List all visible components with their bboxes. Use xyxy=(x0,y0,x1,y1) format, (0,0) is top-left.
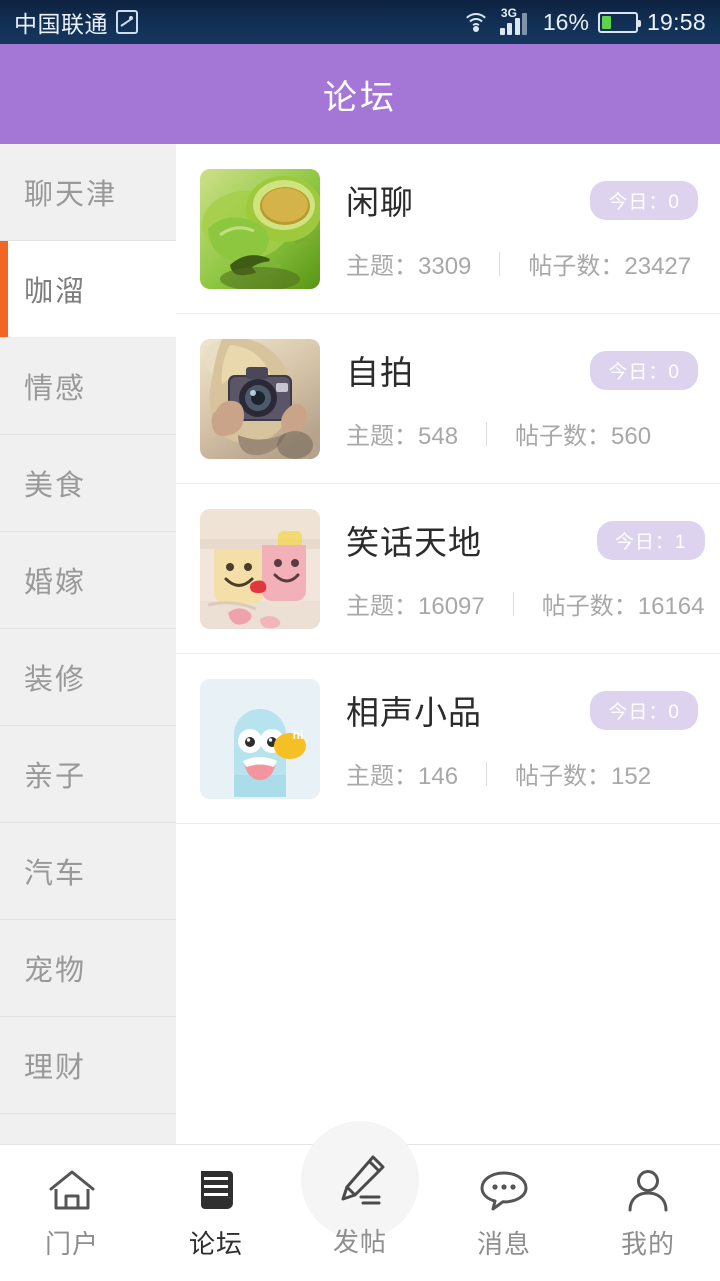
battery-percent-label: 16% xyxy=(542,8,589,35)
green-tea-cup-photo xyxy=(200,168,320,289)
smiley-face-mugs-photo xyxy=(200,508,320,629)
forum-list-item[interactable]: 闲聊 今日：0 主题：3309 帖子数：23427 xyxy=(176,144,720,314)
sidebar-item-5[interactable]: 装修 xyxy=(0,629,176,726)
category-sidebar[interactable]: 聊天津 咖溜 情感 美食 婚嫁 装修 亲子 汽车 宠物 理财 站务 xyxy=(0,144,176,1144)
sidebar-item-label: 理财 xyxy=(24,1052,87,1084)
forum-stats: 主题：16097 帖子数：16164 xyxy=(346,586,705,621)
sidebar-item-label: 情感 xyxy=(24,373,87,405)
posts-count: 帖子数：23427 xyxy=(528,253,692,280)
forum-stats: 主题：146 帖子数：152 xyxy=(346,756,698,791)
stats-divider xyxy=(486,761,488,786)
posts-count: 帖子数：16164 xyxy=(541,593,705,620)
home-icon xyxy=(46,1166,98,1214)
sidebar-item-8[interactable]: 宠物 xyxy=(0,920,176,1017)
forum-item-content: 笑话天地 今日：1 主题：16097 帖子数：16164 xyxy=(346,509,705,629)
forum-stats: 主题：548 帖子数：560 xyxy=(346,416,698,451)
network-type-label: 3G xyxy=(500,6,517,20)
forum-title: 闲聊 xyxy=(346,184,414,221)
tab-label: 论坛 xyxy=(188,1228,243,1259)
status-bar-right: 3G 16% 19:58 xyxy=(461,6,706,36)
sidebar-item-label: 婚嫁 xyxy=(24,567,87,599)
today-count-badge: 今日：0 xyxy=(590,690,698,730)
blue-monster-hi-illustration: hi xyxy=(200,678,320,799)
sidebar-item-10[interactable]: 站务 xyxy=(0,1114,176,1144)
sidebar-item-6[interactable]: 亲子 xyxy=(0,726,176,823)
forum-title: 笑话天地 xyxy=(346,524,482,561)
topics-count: 主题：548 xyxy=(346,423,459,450)
today-count-badge: 今日：1 xyxy=(596,520,705,560)
sidebar-item-2[interactable]: 情感 xyxy=(0,338,176,435)
cellular-signal-icon: 3G xyxy=(499,6,534,35)
app-header: 论坛 xyxy=(0,44,720,144)
tab-label: 发帖 xyxy=(332,1227,387,1257)
book-icon xyxy=(190,1166,242,1214)
posts-count: 帖子数：152 xyxy=(515,763,652,790)
content-area: 聊天津 咖溜 情感 美食 婚嫁 装修 亲子 汽车 宠物 理财 站务 xyxy=(0,144,720,1144)
topics-count: 主题：3309 xyxy=(346,253,472,280)
tab-label: 门户 xyxy=(44,1228,99,1259)
forum-item-content: 自拍 今日：0 主题：548 帖子数：560 xyxy=(346,339,698,459)
tab-forum[interactable]: 论坛 xyxy=(144,1145,288,1281)
sidebar-item-0[interactable]: 聊天津 xyxy=(0,144,176,241)
sidebar-item-label: 美食 xyxy=(24,470,87,502)
svg-text:hi: hi xyxy=(293,728,304,742)
tab-label: 消息 xyxy=(476,1228,531,1259)
tab-messages[interactable]: 消息 xyxy=(432,1145,576,1281)
sidebar-item-3[interactable]: 美食 xyxy=(0,435,176,532)
today-count-badge: 今日：0 xyxy=(590,180,698,220)
sidebar-item-label: 咖溜 xyxy=(24,276,87,308)
status-bar-left: 中国联通 xyxy=(14,5,138,39)
topics-count: 主题：16097 xyxy=(346,593,485,620)
forum-list-item[interactable]: 自拍 今日：0 主题：548 帖子数：560 xyxy=(176,314,720,484)
topics-count: 主题：146 xyxy=(346,763,459,790)
person-with-camera-photo xyxy=(200,338,320,459)
sidebar-item-label: 宠物 xyxy=(24,955,87,987)
sidebar-item-1[interactable]: 咖溜 xyxy=(0,241,176,338)
person-icon xyxy=(622,1166,674,1214)
sidebar-item-label: 装修 xyxy=(24,664,87,696)
tab-label: 我的 xyxy=(620,1228,675,1259)
sidebar-item-4[interactable]: 婚嫁 xyxy=(0,532,176,629)
sim-card-icon xyxy=(116,10,138,34)
tab-profile[interactable]: 我的 xyxy=(576,1145,720,1281)
chat-bubble-icon xyxy=(478,1166,530,1214)
forum-list[interactable]: 闲聊 今日：0 主题：3309 帖子数：23427 自拍 今日：0 主题：548… xyxy=(176,144,720,1144)
forum-stats: 主题：3309 帖子数：23427 xyxy=(346,246,698,281)
sidebar-item-7[interactable]: 汽车 xyxy=(0,823,176,920)
forum-title: 相声小品 xyxy=(346,694,482,731)
sidebar-item-label: 聊天津 xyxy=(24,179,118,211)
stats-divider xyxy=(486,421,488,446)
forum-item-content: 闲聊 今日：0 主题：3309 帖子数：23427 xyxy=(346,169,698,289)
stats-divider xyxy=(512,591,514,616)
wifi-icon xyxy=(461,10,491,34)
bottom-tab-bar[interactable]: 门户 论坛 发帖 消息 我的 xyxy=(0,1121,720,1281)
sidebar-item-9[interactable]: 理财 xyxy=(0,1017,176,1114)
page-title: 论坛 xyxy=(323,78,397,117)
forum-title: 自拍 xyxy=(346,354,414,391)
clock-label: 19:58 xyxy=(646,8,706,35)
status-bar: 中国联通 3G 16% 19:58 xyxy=(0,0,720,44)
forum-list-item[interactable]: hi 相声小品 今日：0 主题：146 帖子数：152 xyxy=(176,654,720,824)
today-count-badge: 今日：0 xyxy=(590,350,698,390)
posts-count: 帖子数：560 xyxy=(515,423,652,450)
sidebar-item-label: 亲子 xyxy=(24,761,87,793)
forum-item-header: 闲聊 今日：0 xyxy=(346,176,698,224)
carrier-label: 中国联通 xyxy=(14,11,108,37)
forum-item-header: 笑话天地 今日：1 xyxy=(346,516,705,564)
tab-portal[interactable]: 门户 xyxy=(0,1145,144,1281)
stats-divider xyxy=(499,251,501,276)
battery-charging-icon xyxy=(597,11,641,33)
forum-item-header: 相声小品 今日：0 xyxy=(346,686,698,734)
tab-compose[interactable]: 发帖 xyxy=(288,1121,432,1281)
forum-item-content: 相声小品 今日：0 主题：146 帖子数：152 xyxy=(346,679,698,799)
forum-list-item[interactable]: 笑话天地 今日：1 主题：16097 帖子数：16164 xyxy=(176,484,720,654)
forum-item-header: 自拍 今日：0 xyxy=(346,346,698,394)
sidebar-item-label: 汽车 xyxy=(24,858,87,890)
